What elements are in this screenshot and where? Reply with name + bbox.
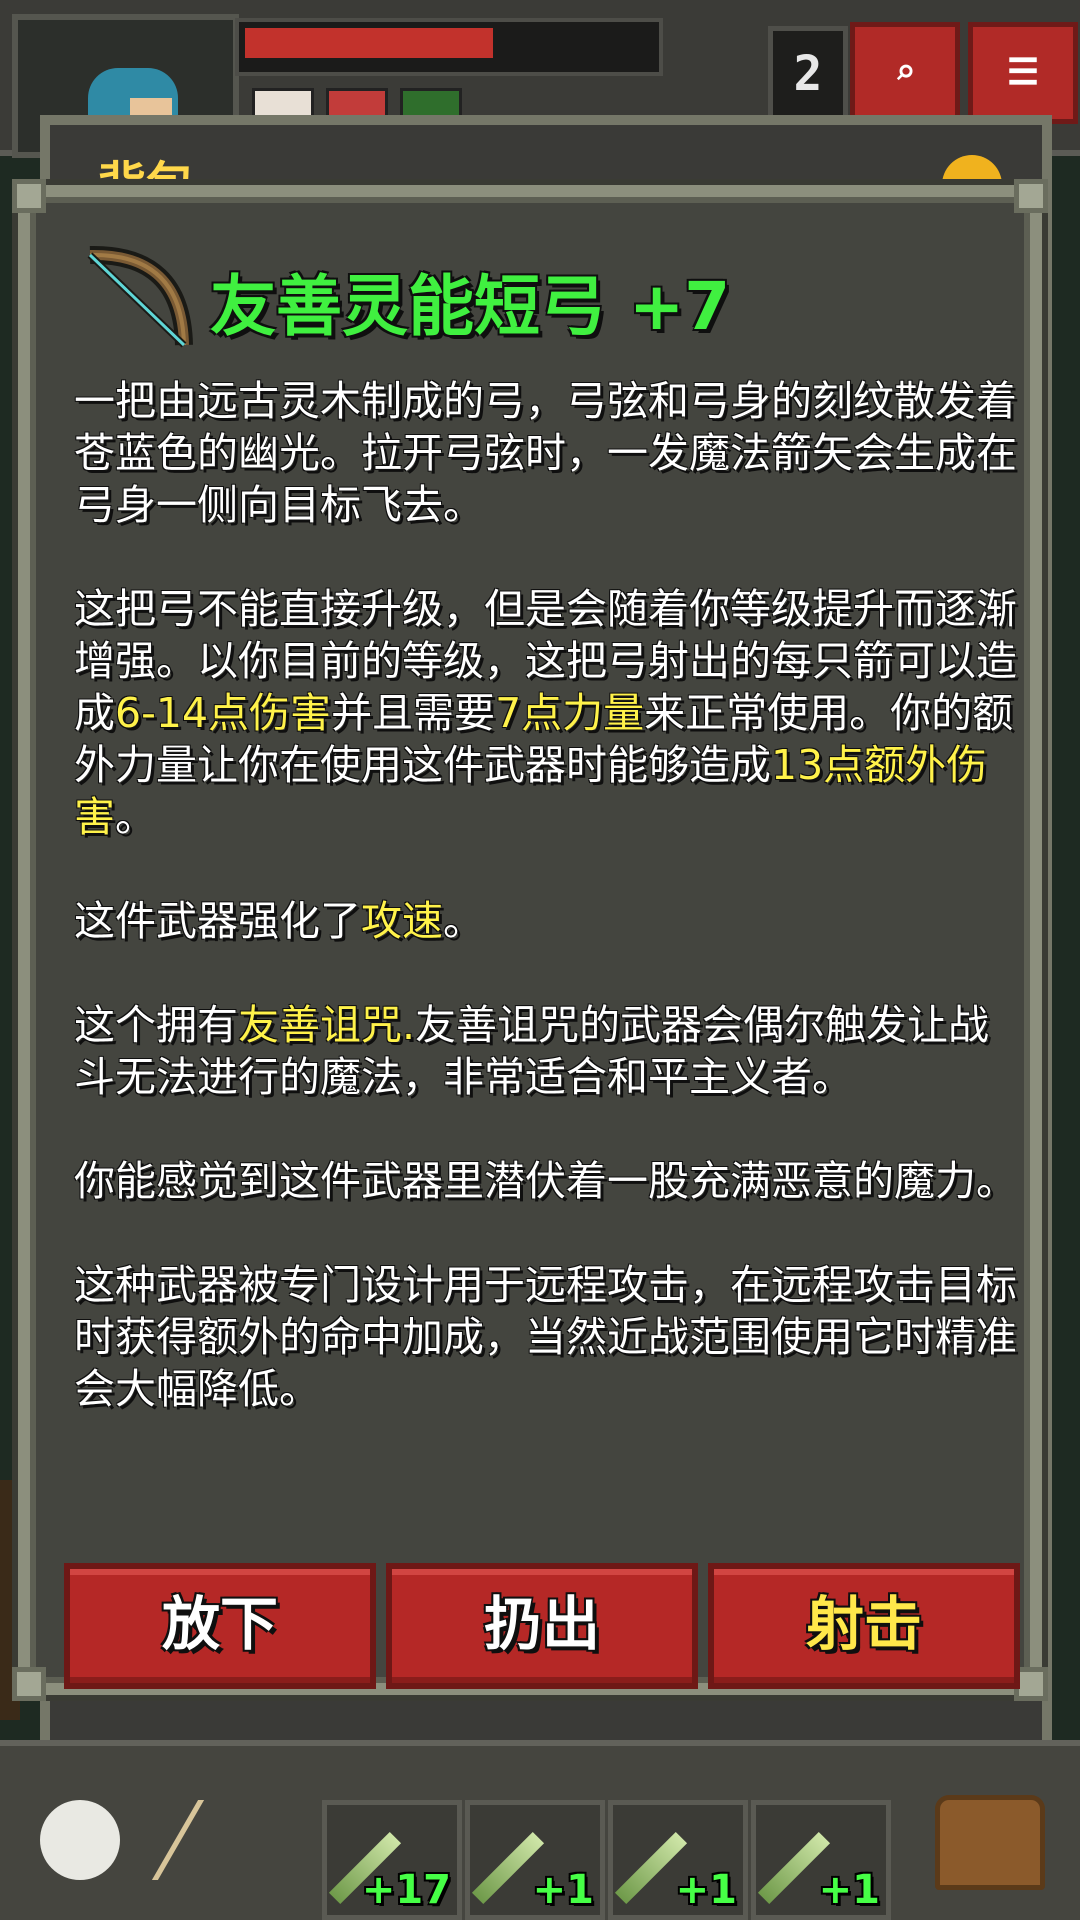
inventory-chest-icon[interactable] [935,1795,1045,1890]
desc-text: 并且需要 [331,689,496,737]
quickslot-4[interactable]: +1 [751,1800,891,1920]
wait-button-icon[interactable] [40,1800,120,1880]
desc-text: 这件武器强化了 [74,897,361,945]
curse-highlight: 友善诅咒. [238,1001,416,1049]
desc-text: 这个拥有 [74,1001,238,1049]
damage-highlight: 6-14点伤害 [115,689,332,737]
quickslot-3[interactable]: +1 [608,1800,748,1920]
quickslot-qty: +1 [532,1867,594,1913]
quickslot-2[interactable]: +1 [465,1800,605,1920]
strength-highlight: 7点力量 [495,689,645,737]
action-button-row: 放下 扔出 射击 [64,1563,1020,1689]
hp-bar-fill [245,28,493,58]
item-title: 友善灵能短弓 +7 [210,268,731,345]
desc-paragraph-2: 这把弓不能直接升级，但是会随着你等级提升而逐渐增强。以你目前的等级，这把弓射出的… [74,583,1024,843]
menu-button[interactable]: ☰ [968,22,1078,124]
item-info-dialog: 友善灵能短弓 +7 一把由远古灵木制成的弓，弓弦和弓身的刻纹散发着苍蓝色的幽光。… [12,179,1048,1701]
hp-bar [235,18,663,76]
bow-icon [87,245,193,348]
dialog-corner [12,179,46,213]
desc-paragraph-1: 一把由远古灵木制成的弓，弓弦和弓身的刻纹散发着苍蓝色的幽光。拉开弓弦时，一发魔法… [74,377,1017,529]
desc-paragraph-3: 这件武器强化了攻速。 [74,895,1024,947]
desc-paragraph-6: 这种武器被专门设计用于远程攻击，在远程攻击目标时获得额外的命中加成，当然近战范围… [74,1261,1017,1413]
throw-button[interactable]: 扔出 [386,1563,698,1689]
drop-button[interactable]: 放下 [64,1563,376,1689]
dialog-corner [1014,179,1048,213]
quickslot-qty: +1 [818,1867,880,1913]
enchant-highlight: 攻速 [361,897,443,945]
desc-paragraph-4: 这个拥有友善诅咒.友善诅咒的武器会偶尔触发让战斗无法进行的魔法，非常适合和平主义… [74,999,1024,1103]
desc-text: 。 [443,897,484,945]
quickslot-1[interactable]: +17 [322,1800,462,1920]
menu-icon: ☰ [1006,52,1040,93]
desc-text: 。 [115,793,156,841]
search-button[interactable]: ⌕ [850,22,960,124]
quickslot-qty: +1 [675,1867,737,1913]
shoot-button[interactable]: 射击 [708,1563,1020,1689]
item-description: 一把由远古灵木制成的弓，弓弦和弓身的刻纹散发着苍蓝色的幽光。拉开弓弦时，一发魔法… [74,375,1024,1467]
search-icon: ⌕ [894,52,916,93]
quickslot-qty: +17 [361,1867,451,1913]
dialog-corner [12,1667,46,1701]
desc-paragraph-5: 你能感觉到这件武器里潜伏着一股充满恶意的魔力。 [74,1157,1017,1205]
game-screen: 2 ⌕ ☰ 背包 +17 +1 +1 +1 [0,0,1080,1920]
depth-indicator: 2 [768,26,848,122]
